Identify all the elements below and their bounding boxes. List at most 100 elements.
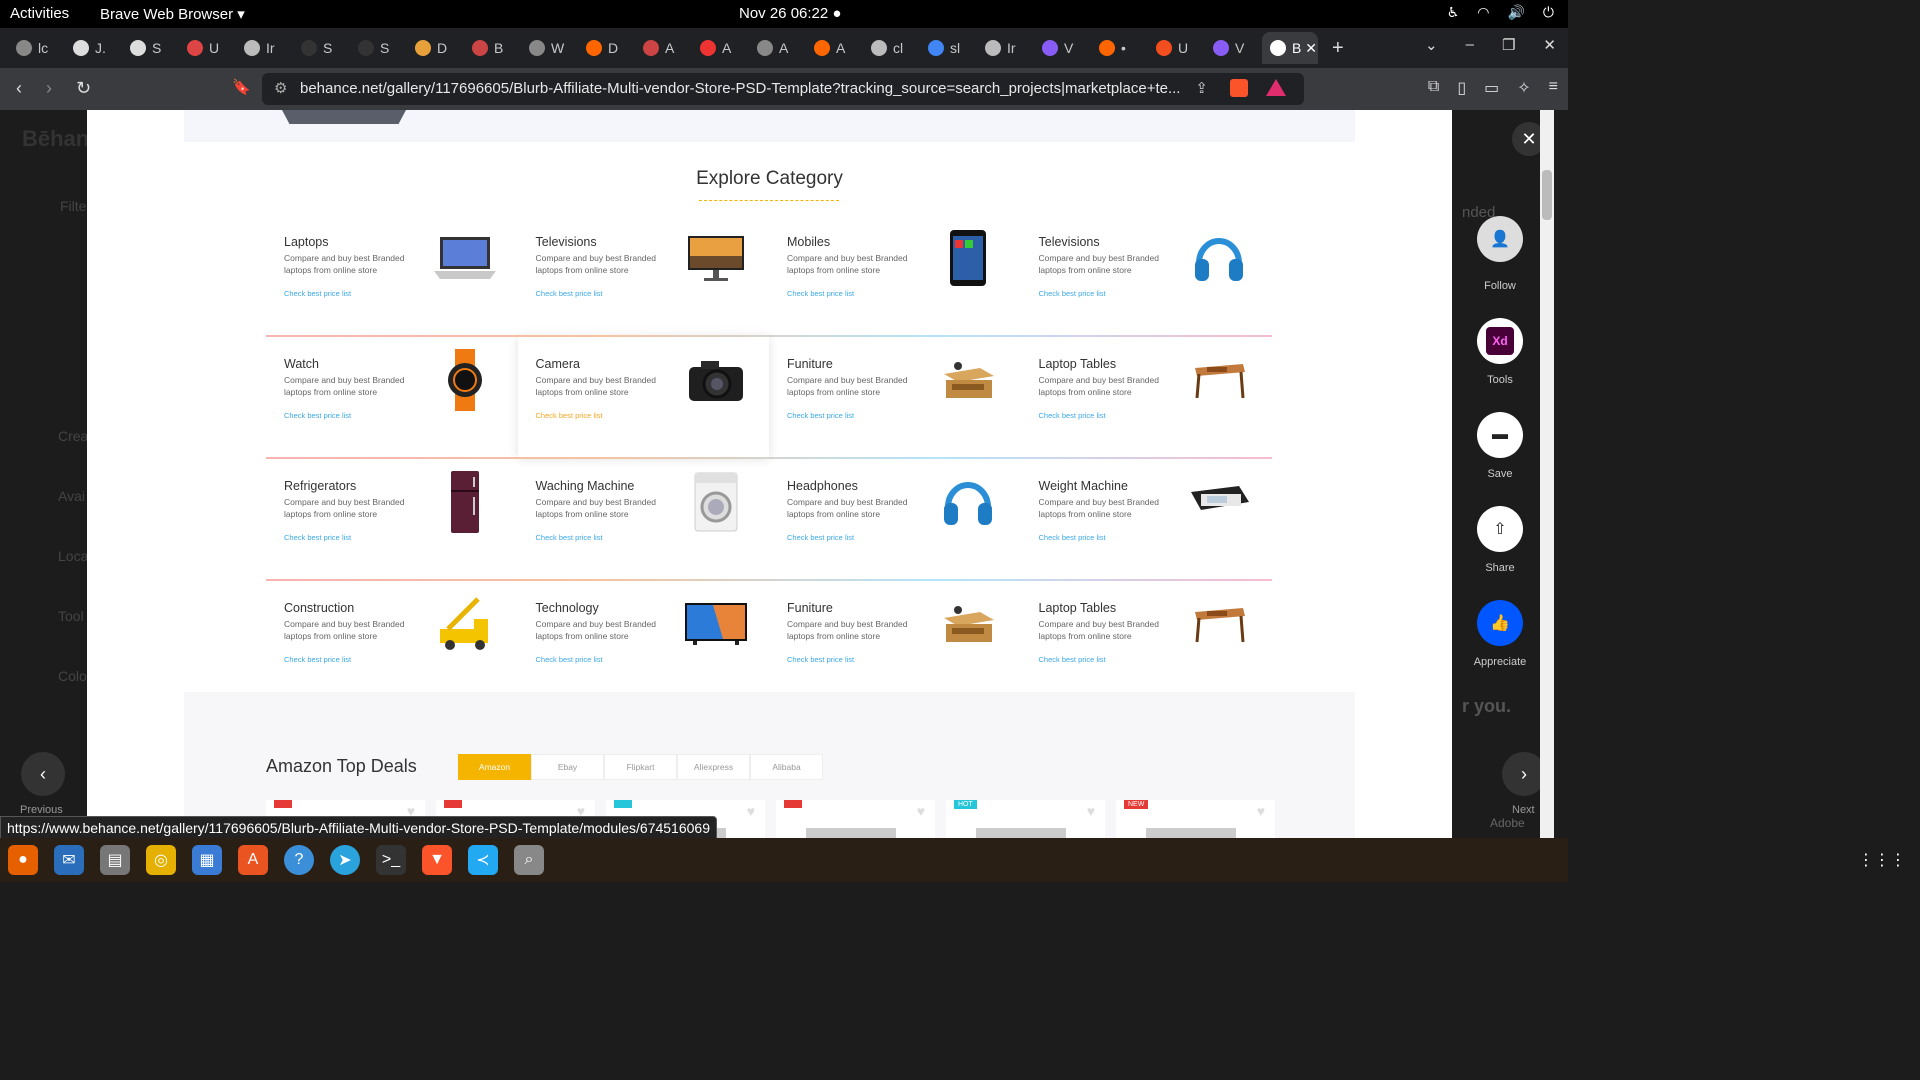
category-card[interactable]: Televisions Compare and buy best Branded … [518,215,770,337]
deal-tab-flipkart[interactable]: Flipkart [604,754,677,780]
check-price-link[interactable]: Check best price list [1039,655,1106,664]
bookmark-icon[interactable]: 🔖 [232,78,251,96]
deal-card[interactable]: ♥ [776,800,935,838]
tab-18[interactable]: V [1034,32,1091,64]
deal-tab-alibaba[interactable]: Alibaba [750,754,823,780]
address-bar[interactable]: ⚙ behance.net/gallery/117696605/Blurb-Af… [262,73,1304,105]
check-price-link[interactable]: Check best price list [787,411,854,420]
maximize-icon[interactable]: ❐ [1502,36,1515,54]
tab-12[interactable]: A [692,32,749,64]
tab-6[interactable]: S [350,32,407,64]
tab-5[interactable]: S [293,32,350,64]
tab-4[interactable]: Ir [236,32,293,64]
tab-15[interactable]: cl [863,32,920,64]
menu-icon[interactable]: ≡ [1549,78,1558,98]
tab-10[interactable]: D [578,32,635,64]
heart-icon[interactable]: ♥ [1257,803,1265,819]
save-button[interactable]: ▬ [1477,412,1523,458]
category-card[interactable]: Weight Machine Compare and buy best Brand… [1021,459,1273,581]
vscode-icon[interactable]: ≺ [468,845,498,875]
leo-icon[interactable]: ✧ [1517,78,1530,98]
files-icon[interactable]: ▤ [100,845,130,875]
close-window-icon[interactable]: ✕ [1543,36,1556,54]
check-price-link[interactable]: Check best price list [787,655,854,664]
share-button[interactable]: ⇧ [1477,506,1523,552]
tab-21[interactable]: V [1205,32,1262,64]
app-grid-icon[interactable]: ⋮⋮⋮ [1858,850,1906,870]
tab-9[interactable]: W [521,32,578,64]
check-price-link[interactable]: Check best price list [536,533,603,542]
accessibility-icon[interactable]: ♿ [1447,4,1460,21]
appreciate-button[interactable]: 👍 [1477,600,1523,646]
minimize-icon[interactable]: – [1466,36,1474,54]
deal-tab-aliexpress[interactable]: Aliexpress [677,754,750,780]
tab-0[interactable]: lc [8,32,65,64]
deal-tab-ebay[interactable]: Ebay [531,754,604,780]
tab-3[interactable]: U [179,32,236,64]
tab-17[interactable]: Ir [977,32,1034,64]
app-menu[interactable]: Brave Web Browser ▾ [100,5,245,23]
author-avatar[interactable]: 👤 [1477,216,1523,262]
check-price-link[interactable]: Check best price list [1039,411,1106,420]
check-price-link[interactable]: Check best price list [787,289,854,298]
deal-tab-amazon[interactable]: Amazon [458,754,531,780]
tab-7[interactable]: D [407,32,464,64]
terminal-icon[interactable]: >_ [376,845,406,875]
category-card[interactable]: Headphones Compare and buy best Branded l… [769,459,1021,581]
sidebar-icon[interactable]: ▯ [1457,78,1466,98]
previous-button[interactable]: ‹ [21,752,65,796]
extensions-icon[interactable]: ⧉ [1428,78,1439,98]
tab-20[interactable]: U [1148,32,1205,64]
rhythmbox-icon[interactable]: ◎ [146,845,176,875]
back-icon[interactable]: ‹ [16,78,22,99]
check-price-link[interactable]: Check best price list [284,533,351,542]
tools-button[interactable]: Xd [1477,318,1523,364]
tab-search-icon[interactable]: ⌄ [1425,36,1438,54]
tab-19[interactable]: • [1091,32,1148,64]
help-icon[interactable]: ? [284,845,314,875]
check-price-link[interactable]: Check best price list [1039,289,1106,298]
category-card[interactable]: Televisions Compare and buy best Branded … [1021,215,1273,337]
check-price-link[interactable]: Check best price list [536,655,603,664]
check-price-link[interactable]: Check best price list [284,655,351,664]
deal-card[interactable]: HOT ♥ [946,800,1105,838]
check-price-link[interactable]: Check best price list [536,289,603,298]
category-card[interactable]: Watch Compare and buy best Branded laptop… [266,337,518,459]
category-card[interactable]: Technology Compare and buy best Branded l… [518,581,770,703]
category-card[interactable]: Laptop Tables Compare and buy best Brande… [1021,337,1273,459]
category-card[interactable]: Funiture Compare and buy best Branded lap… [769,581,1021,703]
forward-icon[interactable]: › [46,78,52,99]
category-card[interactable]: Mobiles Compare and buy best Branded lapt… [769,215,1021,337]
heart-icon[interactable]: ♥ [747,803,755,819]
category-card[interactable]: Laptop Tables Compare and buy best Brande… [1021,581,1273,703]
check-price-link[interactable]: Check best price list [284,289,351,298]
heart-icon[interactable]: ♥ [917,803,925,819]
check-price-link[interactable]: Check best price list [787,533,854,542]
clock[interactable]: Nov 26 06:22 ● [739,5,841,22]
category-card[interactable]: Refrigerators Compare and buy best Brande… [266,459,518,581]
brave-shields-icon[interactable] [1230,79,1248,97]
category-card[interactable]: Laptops Compare and buy best Branded lapt… [266,215,518,337]
reload-icon[interactable]: ↻ [76,78,91,99]
software-icon[interactable]: A [238,845,268,875]
tab-14[interactable]: A [806,32,863,64]
tab-1[interactable]: J. [65,32,122,64]
brave-rewards-icon[interactable] [1266,79,1286,96]
tab-22[interactable]: B ✕ [1262,32,1318,64]
scrollbar[interactable] [1540,110,1554,838]
deal-card[interactable]: NEW ♥ [1116,800,1275,838]
check-price-link[interactable]: Check best price list [284,411,351,420]
check-price-link[interactable]: Check best price list [1039,533,1106,542]
site-settings-icon[interactable]: ⚙ [274,79,287,97]
category-card[interactable]: Camera Compare and buy best Branded lapto… [517,337,769,459]
tab-8[interactable]: B [464,32,521,64]
tab-13[interactable]: A [749,32,806,64]
tab-16[interactable]: sl [920,32,977,64]
wallet-icon[interactable]: ▭ [1484,78,1499,98]
category-card[interactable]: Construction Compare and buy best Branded… [266,581,518,703]
activities-button[interactable]: Activities [10,5,69,22]
telegram-icon[interactable]: ➤ [330,845,360,875]
system-tray[interactable]: ♿ ◠ 🔊 ⏻ [1447,4,1554,21]
heart-icon[interactable]: ♥ [1087,803,1095,819]
thunderbird-icon[interactable]: ✉ [54,845,84,875]
